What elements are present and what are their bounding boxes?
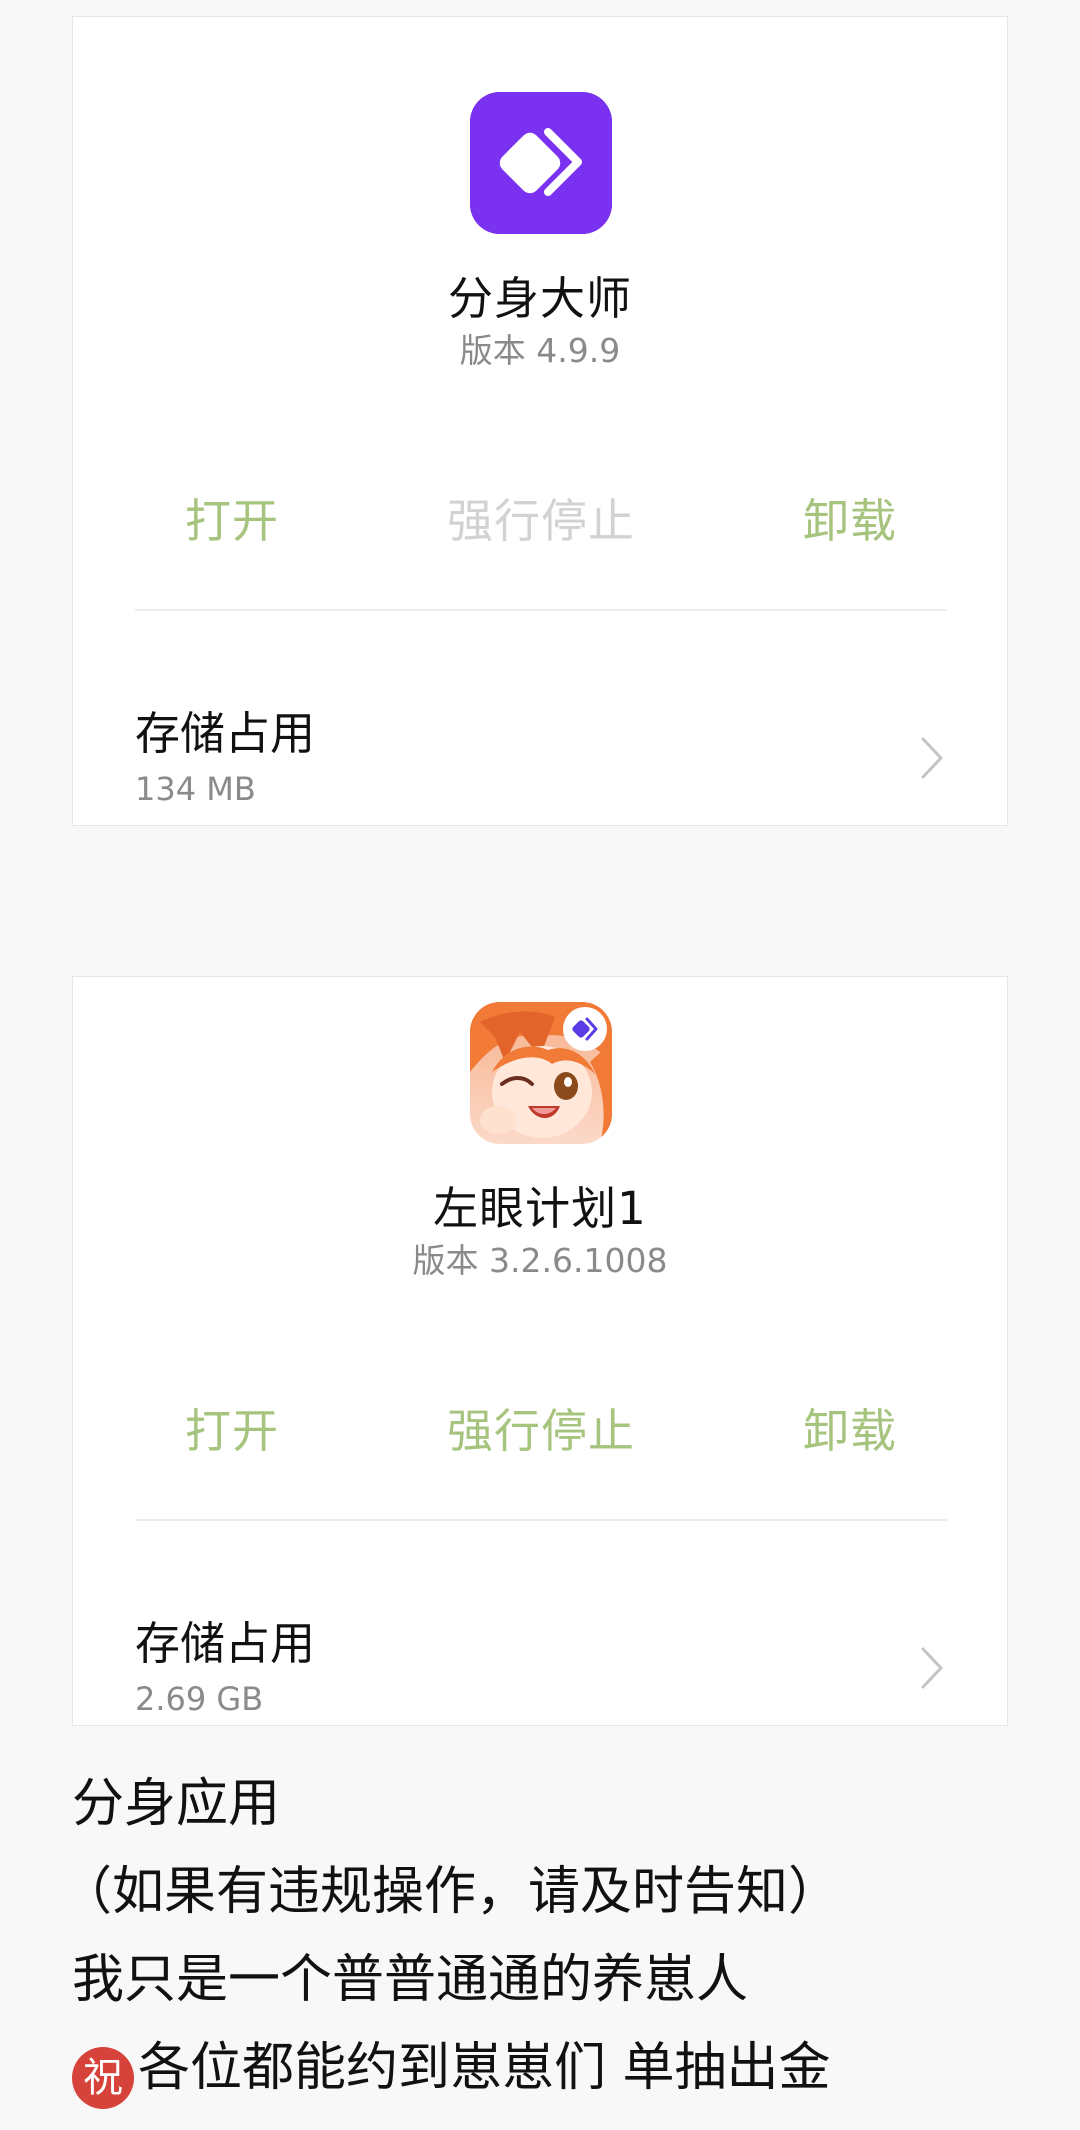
app-actions: 打开 强行停止 卸载	[135, 485, 947, 565]
caption: 分身应用 （如果有违规操作，请及时告知） 我只是一个普普通通的养崽人 祝各位都能…	[60, 1760, 1008, 2112]
app-version: 版本 3.2.6.1008	[412, 1241, 668, 1280]
storage-row[interactable]: 存储占用 2.69 GB	[73, 1587, 1007, 1737]
storage-label: 存储占用	[135, 1617, 316, 1670]
blessing-text: 各位都能约到崽崽们 单抽出金	[138, 2038, 831, 2098]
chevron-right-icon	[921, 1647, 943, 1689]
clone-badge-icon	[563, 1007, 607, 1051]
app-actions: 打开 强行停止 卸载	[135, 1395, 947, 1475]
app-info-card-left-eye-plan: 左眼计划1 版本 3.2.6.1008 打开 强行停止 卸载 存储占用 2.69…	[72, 976, 1008, 1726]
uninstall-button[interactable]: 卸载	[803, 1395, 897, 1461]
storage-value: 2.69 GB	[135, 1680, 264, 1718]
anime-character-icon	[470, 1002, 612, 1144]
storage-row[interactable]: 存储占用 134 MB	[73, 677, 1007, 827]
caption-line-title: 分身应用	[72, 1774, 281, 1834]
divider	[135, 1519, 947, 1521]
caption-line-intro: 我只是一个普普通通的养崽人	[72, 1950, 749, 2010]
caption-line-notice: （如果有违规操作，请及时告知）	[60, 1862, 841, 1922]
storage-value: 134 MB	[135, 770, 256, 808]
app-name: 左眼计划1	[433, 1182, 647, 1235]
blessing-emoji-icon: 祝	[72, 2047, 134, 2109]
storage-label: 存储占用	[135, 707, 316, 760]
divider	[135, 609, 947, 611]
caption-line-blessing: 祝各位都能约到崽崽们 单抽出金	[72, 2024, 1008, 2112]
screen: 分身大师 版本 4.9.9 打开 强行停止 卸载 存储占用 134 MB 左眼计…	[0, 0, 1080, 2130]
chevron-right-icon	[921, 737, 943, 779]
clone-diamond-icon	[470, 92, 612, 234]
app-name: 分身大师	[447, 272, 632, 325]
app-info-card-clone-master: 分身大师 版本 4.9.9 打开 强行停止 卸载 存储占用 134 MB	[72, 16, 1008, 826]
app-version: 版本 4.9.9	[459, 331, 621, 370]
uninstall-button[interactable]: 卸载	[803, 485, 897, 551]
